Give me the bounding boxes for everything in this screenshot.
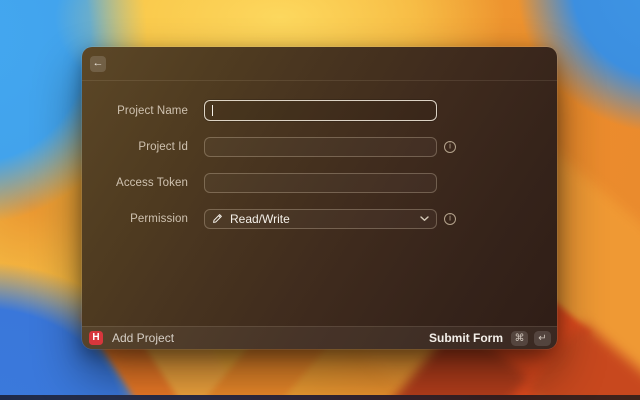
project-name-label: Project Name (117, 104, 188, 117)
form-row-access-token: Access Token (82, 172, 557, 193)
info-icon[interactable]: i (444, 212, 456, 225)
footer-app-title: Add Project (112, 331, 175, 345)
project-id-label: Project Id (138, 140, 188, 153)
form-row-permission: Permission Read/Write i (82, 208, 557, 229)
form-row-project-name: Project Name (82, 100, 557, 121)
access-token-label: Access Token (116, 176, 188, 189)
permission-label: Permission (130, 212, 188, 225)
raycast-window: ← Project Name Project Id i Access Token… (82, 47, 557, 349)
back-arrow-icon: ← (92, 57, 104, 69)
window-footer: H Add Project Submit Form ⌘ ↵ (82, 326, 557, 349)
back-button[interactable]: ← (90, 55, 106, 72)
project-id-input[interactable] (204, 136, 437, 157)
text-caret (212, 105, 213, 116)
info-letter: i (449, 141, 451, 150)
app-logo-icon: H (89, 331, 103, 345)
submit-form-button[interactable]: Submit Form (429, 331, 503, 345)
info-letter: i (449, 213, 451, 222)
chevron-down-icon (420, 215, 429, 222)
pencil-icon (212, 213, 223, 224)
form-area: Project Name Project Id i Access Token P… (82, 81, 557, 326)
permission-dropdown[interactable]: Read/Write (204, 208, 437, 229)
permission-value: Read/Write (230, 211, 290, 226)
info-icon[interactable]: i (444, 140, 456, 153)
command-key-badge: ⌘ (511, 330, 528, 346)
project-name-input[interactable] (204, 100, 437, 121)
return-key-badge: ↵ (534, 330, 551, 346)
window-header: ← (82, 47, 557, 81)
wallpaper-bottom-strip (0, 395, 640, 400)
access-token-input[interactable] (204, 172, 437, 193)
form-row-project-id: Project Id i (82, 136, 557, 157)
